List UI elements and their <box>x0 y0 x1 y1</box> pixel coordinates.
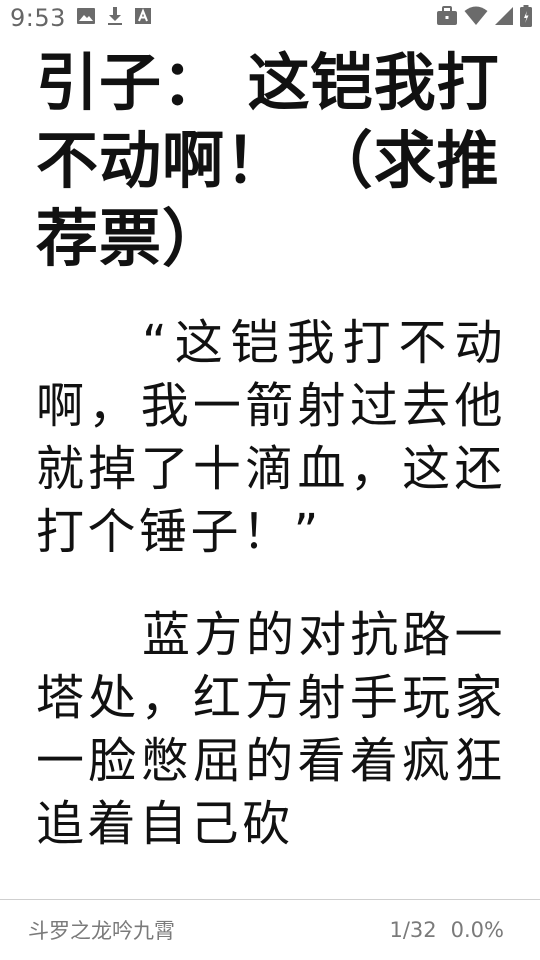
briefcase-icon <box>436 6 458 30</box>
status-bar: 9:53 <box>0 0 540 36</box>
chapter-title: 引子： 这铠我打不动啊！ （求推荐票） <box>36 46 500 275</box>
wifi-icon <box>464 6 488 30</box>
status-bar-left: 9:53 <box>10 4 152 32</box>
battery-icon <box>520 5 532 31</box>
paragraph: “这铠我打不动啊，我一箭射过去他就掉了十滴血，这还打个锤子！” <box>36 315 506 560</box>
image-icon <box>76 7 96 29</box>
download-icon <box>106 6 124 30</box>
reading-progress-group: 1/32 0.0% <box>389 918 504 942</box>
reader-footer: 斗罗之龙吟九霄 1/32 0.0% <box>0 899 540 960</box>
book-title: 斗罗之龙吟九霄 <box>28 919 175 943</box>
progress-percent: 0.0% <box>450 918 504 942</box>
reader-content[interactable]: 引子： 这铠我打不动啊！ （求推荐票） “这铠我打不动啊，我一箭射过去他就掉了十… <box>36 44 506 856</box>
status-bar-right <box>436 5 532 31</box>
font-icon <box>134 7 152 29</box>
paragraph: 蓝方的对抗路一塔处，红方射手玩家一脸憋屈的看着疯狂追着自己砍 <box>36 607 506 852</box>
page-indicator: 1/32 <box>389 918 437 942</box>
status-time: 9:53 <box>10 4 66 32</box>
signal-icon <box>494 6 514 30</box>
